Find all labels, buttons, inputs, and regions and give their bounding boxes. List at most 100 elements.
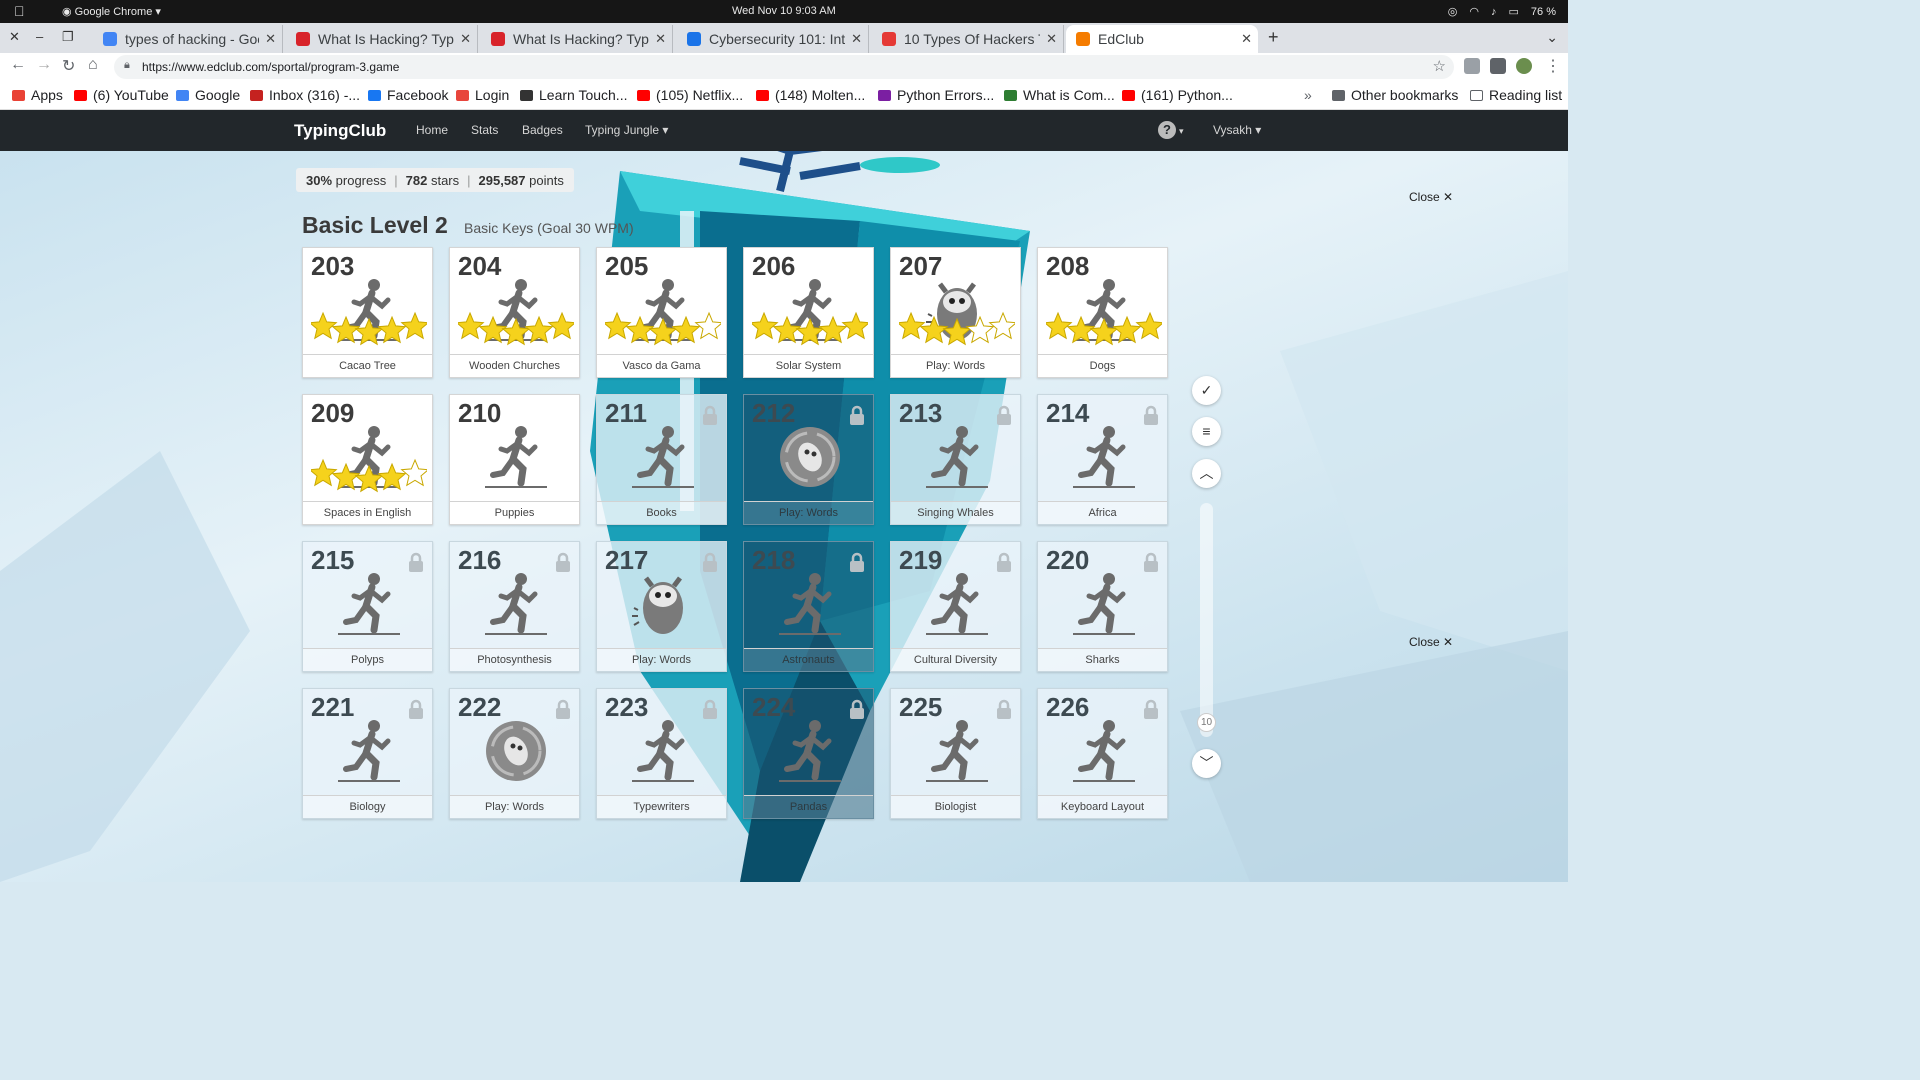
bookmark-item[interactable]: Google (176, 87, 240, 103)
tab-close-icon[interactable]: ✕ (1046, 31, 1057, 47)
volume-icon[interactable]: ♪ (1491, 6, 1497, 18)
bookmark-item[interactable]: (161) Python... (1122, 87, 1233, 103)
monster-icon (632, 576, 683, 634)
browser-tab-0[interactable]: types of hacking - Googl ✕ (93, 25, 283, 53)
nav-typing-jungle[interactable]: Typing Jungle ▾ (585, 123, 668, 137)
bookmark-item[interactable]: Inbox (316) -... (250, 87, 360, 103)
reading-list[interactable]: Reading list (1470, 87, 1562, 103)
scroll-up-chevron-icon[interactable]: ︿ (1192, 459, 1221, 488)
bookmark-item[interactable]: Python Errors... (878, 87, 994, 103)
new-tab-button[interactable]: + (1268, 27, 1279, 48)
bookmark-star-icon[interactable]: ☆ (1433, 57, 1446, 75)
window-minimize-icon[interactable]: – (36, 29, 43, 44)
active-app-name[interactable]: ◉ Google Chrome ▾ (62, 5, 161, 18)
lesson-card-215[interactable]: 215 Polyps (302, 541, 433, 672)
lock-icon[interactable]: 🔒︎ (124, 59, 130, 72)
system-clock[interactable]: Wed Nov 10 9:03 AM (732, 5, 836, 17)
lesson-card-225[interactable]: 225 Biologist (890, 688, 1021, 819)
browser-tab-1[interactable]: What Is Hacking? Types o ✕ (286, 25, 478, 53)
bookmark-favicon-icon (12, 89, 25, 101)
browser-tab-2[interactable]: What Is Hacking? Types o ✕ (481, 25, 673, 53)
lesson-card-219[interactable]: 219 Cultural Diversity (890, 541, 1021, 672)
star-filled-icon (605, 311, 632, 340)
lesson-card-207[interactable]: 207 Play: Words (890, 247, 1021, 378)
back-arrow-icon[interactable]: ← (10, 56, 26, 74)
puzzle-extensions-icon[interactable] (1490, 58, 1506, 74)
level-scroll-track[interactable] (1200, 503, 1213, 737)
lesson-card-214[interactable]: 214 Africa (1037, 394, 1168, 525)
lesson-card-217[interactable]: 217 Play: Words (596, 541, 727, 672)
typingclub-logo[interactable]: TypingClub (294, 121, 386, 141)
lesson-card-205[interactable]: 205 Vasco da Gama (596, 247, 727, 378)
tab-close-icon[interactable]: ✕ (851, 31, 862, 47)
bookmark-item[interactable]: What is Com... (1004, 87, 1115, 103)
lesson-card-221[interactable]: 221 Biology (302, 688, 433, 819)
lesson-card-209[interactable]: 209 Spaces in English (302, 394, 433, 525)
lock-icon (556, 699, 570, 719)
profile-avatar[interactable] (1516, 58, 1532, 74)
star-filled-icon (942, 317, 972, 346)
bookmark-item[interactable]: Apps (12, 87, 63, 103)
lesson-card-203[interactable]: 203 Cacao Tree (302, 247, 433, 378)
browser-tab-5[interactable]: EdClub ✕ (1066, 25, 1258, 53)
bookmark-item[interactable]: (6) YouTube (74, 87, 169, 103)
lesson-card-224[interactable]: 224 Pandas (743, 688, 874, 819)
lesson-card-220[interactable]: 220 Sharks (1037, 541, 1168, 672)
tab-close-icon[interactable]: ✕ (460, 31, 471, 47)
bookmark-item[interactable]: Facebook (368, 87, 448, 103)
forward-arrow-icon[interactable]: → (36, 56, 52, 74)
home-icon[interactable]: ⌂ (88, 56, 98, 74)
nav-stats[interactable]: Stats (471, 123, 498, 137)
address-bar[interactable]: 🔒︎ https://www.edclub.com/sportal/progra… (114, 55, 1454, 79)
other-bookmarks[interactable]: Other bookmarks (1332, 87, 1458, 103)
lesson-name: Spaces in English (303, 501, 432, 524)
bookmarks-overflow[interactable]: » (1304, 87, 1312, 103)
help-chevron-down-icon[interactable]: ▾ (1179, 126, 1184, 137)
lesson-card-226[interactable]: 226 Keyboard Layout (1037, 688, 1168, 819)
lesson-card-210[interactable]: 210 Puppies (449, 394, 580, 525)
tab-close-icon[interactable]: ✕ (1241, 31, 1252, 47)
lesson-card-222[interactable]: 222 Play: Words (449, 688, 580, 819)
user-menu[interactable]: Vysakh ▾ (1213, 123, 1261, 137)
close-button-middle[interactable]: Close ✕ (1409, 635, 1453, 649)
lesson-card-211[interactable]: 211 Books (596, 394, 727, 525)
lock-icon (1144, 405, 1158, 425)
tab-search-chevron-icon[interactable]: ⌄ (1546, 29, 1558, 46)
star-empty-icon (965, 315, 995, 344)
wifi-icon[interactable]: ◠ (1469, 5, 1479, 18)
lesson-card-216[interactable]: 216 Photosynthesis (449, 541, 580, 672)
scroll-down-chevron-icon[interactable]: ﹀ (1192, 749, 1221, 778)
tab-close-icon[interactable]: ✕ (265, 31, 276, 47)
window-close-icon[interactable]: ✕ (9, 29, 20, 45)
extension-icon[interactable] (1464, 58, 1480, 74)
nav-badges[interactable]: Badges (522, 123, 563, 137)
reload-icon[interactable]: ↻ (62, 56, 75, 76)
browser-tab-3[interactable]: Cybersecurity 101: Intro ✕ (677, 25, 869, 53)
window-restore-icon[interactable]: ❐ (62, 29, 74, 45)
lesson-card-204[interactable]: 204 Wooden Churches (449, 247, 580, 378)
level-scroll-indicator[interactable]: 10 (1197, 713, 1216, 732)
close-button-top[interactable]: Close ✕ (1409, 190, 1453, 204)
check-circle-icon[interactable]: ✓ (1192, 376, 1221, 405)
lesson-card-218[interactable]: 218 Astronauts (743, 541, 874, 672)
lesson-card-212[interactable]: 212 Play: Words (743, 394, 874, 525)
tab-close-icon[interactable]: ✕ (655, 31, 666, 47)
chrome-menu-icon[interactable]: ⋮ (1545, 56, 1561, 76)
nav-home[interactable]: Home (416, 123, 448, 137)
lesson-card-223[interactable]: 223 Typewriters (596, 688, 727, 819)
lesson-card-208[interactable]: 208 Dogs (1037, 247, 1168, 378)
bookmark-item[interactable]: (105) Netflix... (637, 87, 743, 103)
battery-icon[interactable]: ▭ (1509, 5, 1519, 18)
browser-tab-4[interactable]: 10 Types Of Hackers To K ✕ (872, 25, 1064, 53)
lesson-name: Play: Words (891, 354, 1020, 377)
lesson-card-213[interactable]: 213 Singing Whales (890, 394, 1021, 525)
help-icon[interactable]: ? (1158, 121, 1176, 139)
chrome-tray-icon[interactable]: ◎ (1448, 5, 1458, 18)
apple-icon[interactable]:  (14, 3, 25, 19)
url-text[interactable]: https://www.edclub.com/sportal/program-3… (142, 60, 399, 74)
bookmark-item[interactable]: (148) Molten... (756, 87, 865, 103)
bookmark-item[interactable]: Login (456, 87, 509, 103)
lesson-card-206[interactable]: 206 Solar System (743, 247, 874, 378)
bookmark-item[interactable]: Learn Touch... (520, 87, 627, 103)
menu-list-icon[interactable]: ≡ (1192, 417, 1221, 446)
